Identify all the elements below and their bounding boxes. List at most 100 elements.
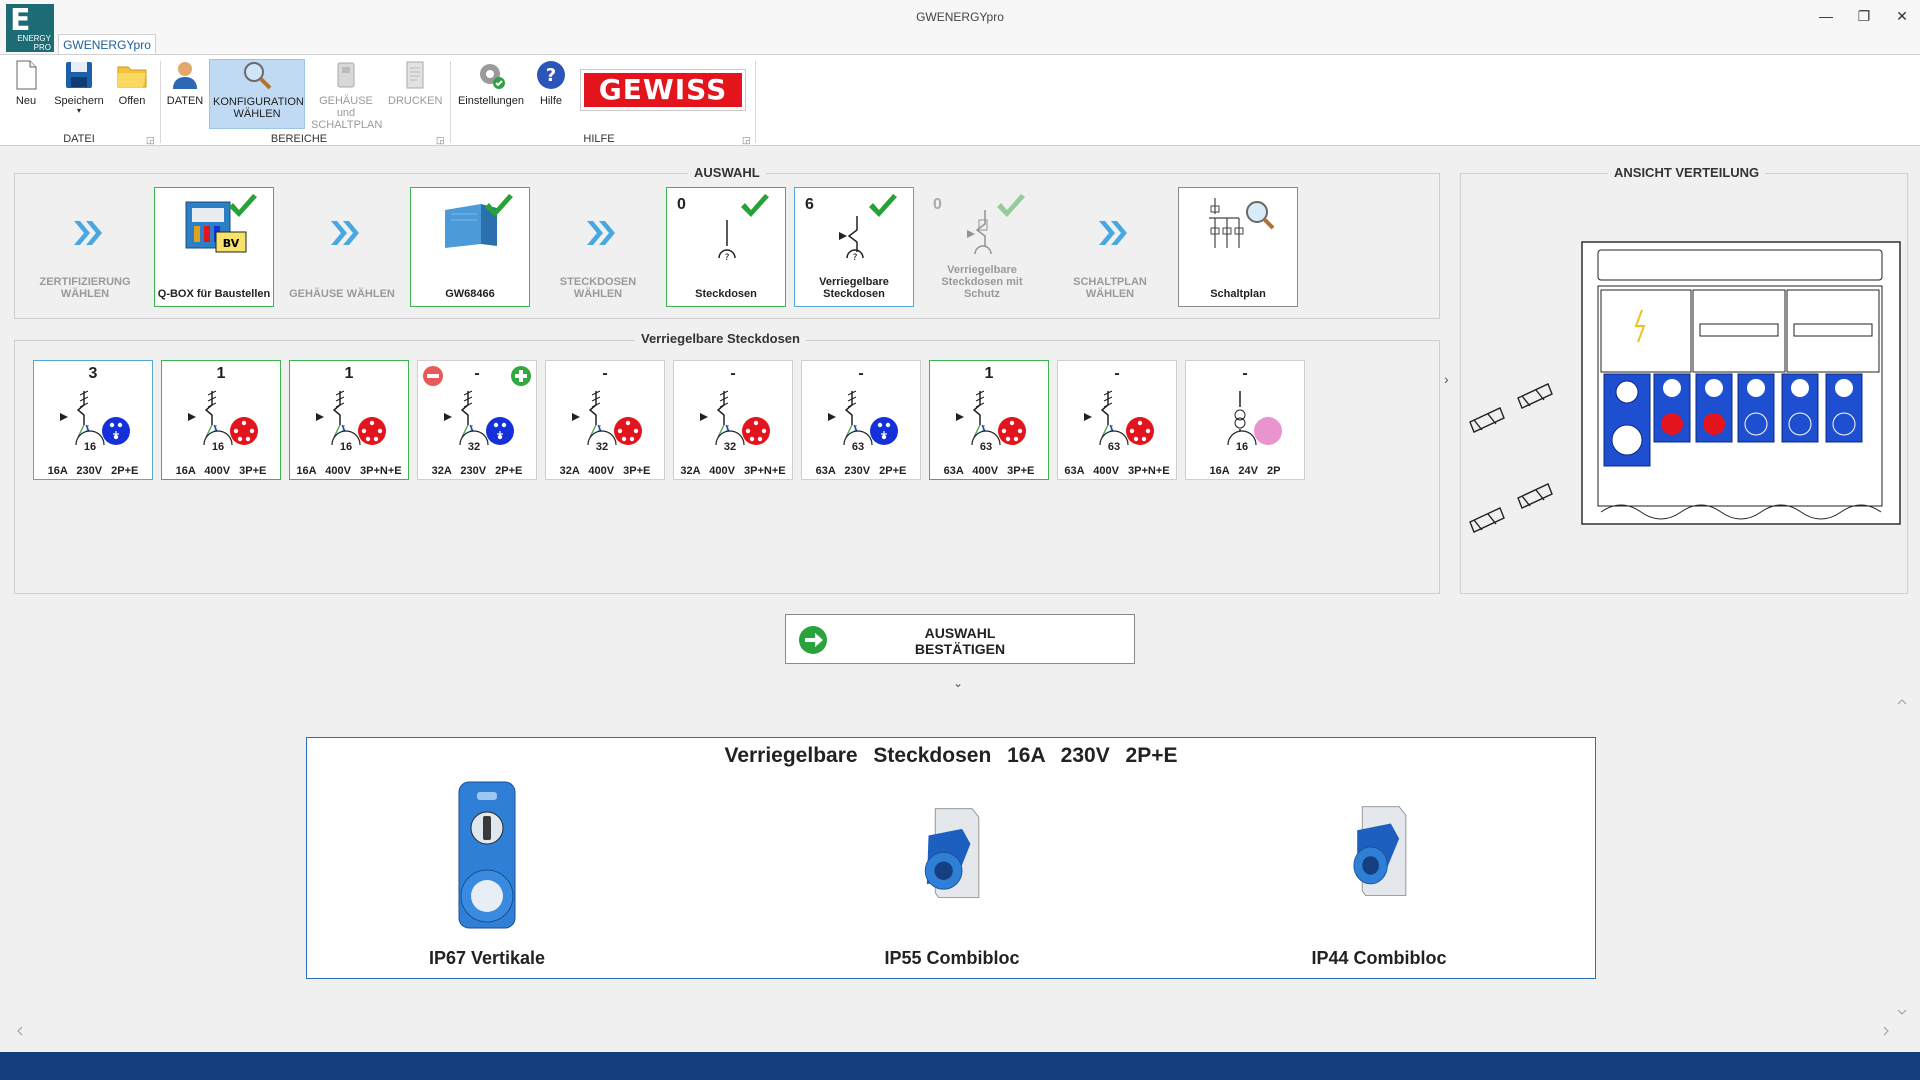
- socket-rating: 16: [83, 441, 97, 453]
- socket-option[interactable]: 1 16 16A 400V 3P+N+E: [289, 360, 409, 480]
- gehaeuse-button[interactable]: GEHÄUSE und SCHALTPLAN: [310, 59, 383, 131]
- plus-circle-icon[interactable]: [510, 365, 532, 387]
- step-schaltplan-waehlen[interactable]: SCHALTPLAN WÄHLEN: [1050, 187, 1170, 307]
- konfiguration-button[interactable]: KONFIGURATION WÄHLEN: [209, 59, 305, 129]
- socket-count: -: [1114, 365, 1120, 382]
- step-steckdosen[interactable]: 0 ? Steckdosen: [666, 187, 786, 307]
- new-button-label: Neu: [15, 95, 37, 107]
- combibloc-socket-image: [924, 808, 980, 899]
- socket-option[interactable]: 1 16 16A 400V 3P+E: [161, 360, 281, 480]
- gehaeuse-button-label: GEHÄUSE und SCHALTPLAN: [311, 95, 383, 131]
- step-gw68466[interactable]: GW68466: [410, 187, 530, 307]
- socket-option[interactable]: 1 63 63A 400V 3P+E: [929, 360, 1049, 480]
- product-detail-panel: Verriegelbare Steckdosen 16A 230V 2P+E I…: [306, 737, 1596, 979]
- product-ip67-vertikale[interactable]: IP67 Vertikale: [337, 778, 637, 973]
- chevron-down-icon[interactable]: ⌄: [953, 676, 963, 690]
- group-launcher-icon[interactable]: ◲: [436, 135, 445, 146]
- new-button[interactable]: Neu: [8, 59, 44, 129]
- vertical-socket-image: [458, 781, 516, 929]
- socket-option[interactable]: - 32 32A 400V 3P+E: [545, 360, 665, 480]
- check-icon: [485, 194, 513, 217]
- socket-rating: 32: [595, 441, 609, 453]
- group-launcher-icon[interactable]: ◲: [146, 135, 155, 146]
- check-icon: [869, 194, 897, 217]
- close-icon[interactable]: ✕: [1894, 8, 1910, 25]
- window-title: GWENERGYpro: [916, 10, 1004, 24]
- help-button[interactable]: ? Hilfe: [532, 59, 570, 129]
- save-icon: [66, 62, 92, 88]
- distribution-preview: [1469, 241, 1901, 533]
- group-label-bereiche: BEREICHE: [270, 133, 328, 145]
- product-detail-title: Verriegelbare Steckdosen 16A 230V 2P+E: [724, 744, 1178, 767]
- step-label: GW68466: [445, 288, 495, 300]
- step-qbox[interactable]: BV Q-BOX für Baustellen: [154, 187, 274, 307]
- gewiss-logo-text: GEWISS: [584, 73, 742, 107]
- group-label-hilfe: HILFE: [583, 133, 615, 145]
- status-bar: [0, 1052, 1920, 1080]
- step-verriegelbare-schutz[interactable]: 0 Verriegelbare Steckdosen mit Schutz: [922, 187, 1042, 307]
- open-button[interactable]: Offen: [112, 59, 152, 129]
- chevron-right-icon[interactable]: ›: [1444, 371, 1449, 387]
- group-separator: [160, 61, 161, 143]
- confirm-selection-button[interactable]: AUSWAHL BESTÄTIGEN: [785, 614, 1135, 664]
- auswahl-title: AUSWAHL: [688, 165, 766, 180]
- settings-button[interactable]: Einstellungen: [456, 59, 526, 129]
- konfiguration-button-label: KONFIGURATION WÄHLEN: [213, 96, 304, 120]
- step-verriegelbare[interactable]: 6 ? Verriegelbare Steckdosen: [794, 187, 914, 307]
- socket-spec: 32A 400V 3P+E: [559, 465, 651, 477]
- step-gehaeuse[interactable]: GEHÄUSE WÄHLEN: [282, 187, 402, 307]
- horizontal-scrollbar[interactable]: [12, 1024, 1894, 1038]
- minimize-icon[interactable]: —: [1818, 8, 1834, 25]
- print-icon: [406, 61, 424, 89]
- step-label: SCHALTPLAN WÄHLEN: [1073, 276, 1147, 300]
- minus-circle-icon[interactable]: [422, 365, 444, 387]
- socket-count: -: [730, 365, 736, 382]
- socket-option[interactable]: - 16 16A 24V 2P: [1185, 360, 1305, 480]
- product-ip55-combibloc[interactable]: IP55 Combibloc: [802, 778, 1102, 973]
- gewiss-logo: GEWISS: [580, 69, 746, 111]
- daten-button[interactable]: DATEN: [166, 59, 204, 129]
- group-launcher-icon[interactable]: ◲: [742, 135, 751, 146]
- app-window: E ENERGY PRO GWENERGYpro GWENERGYpro — ❐…: [0, 0, 1920, 1080]
- socket-spec: 16A 400V 3P+N+E: [296, 465, 402, 477]
- svg-text:?: ?: [725, 253, 730, 263]
- svg-text:?: ?: [853, 253, 858, 263]
- daten-button-label: DATEN: [166, 95, 204, 107]
- double-chevron-icon: [1099, 221, 1127, 245]
- socket-option[interactable]: 3 16 16A 230V 2P+E: [33, 360, 153, 480]
- vertical-scrollbar[interactable]: [1894, 694, 1910, 1020]
- socket-count: 3: [88, 365, 98, 382]
- step-steckdosen-waehlen[interactable]: STECKDOSEN WÄHLEN: [538, 187, 658, 307]
- socket-rating: 63: [1107, 441, 1121, 453]
- socket-count: 1: [216, 365, 226, 382]
- socket-spec: 16A 24V 2P: [1209, 465, 1281, 477]
- gear-icon: [480, 64, 505, 89]
- step-label: Verriegelbare Steckdosen: [819, 276, 889, 300]
- socket-option[interactable]: -32 32A 230V 2P+E: [417, 360, 537, 480]
- socket-rating: 16: [339, 441, 353, 453]
- print-button[interactable]: DRUCKEN: [388, 59, 442, 129]
- double-chevron-icon: [587, 221, 615, 245]
- socket-option[interactable]: - 63 63A 230V 2P+E: [801, 360, 921, 480]
- restore-icon[interactable]: ❐: [1856, 8, 1872, 25]
- step-schaltplan[interactable]: Schaltplan: [1178, 187, 1298, 307]
- socket-spec: 32A 400V 3P+N+E: [680, 465, 786, 477]
- step-zertifizierung[interactable]: ZERTIFIZIERUNG WÄHLEN: [25, 187, 145, 307]
- socket-count: -: [858, 365, 864, 382]
- save-dropdown-icon[interactable]: ▾: [52, 107, 106, 115]
- socket-rating: 32: [723, 441, 737, 453]
- save-button[interactable]: Speichern ▾: [52, 59, 106, 129]
- socket-count: -: [1242, 365, 1248, 382]
- group-separator: [450, 61, 451, 143]
- step-count: 0: [933, 196, 942, 213]
- socket-spec: 63A 400V 3P+E: [943, 465, 1035, 477]
- help-icon: ?: [537, 61, 565, 89]
- step-label: Q-BOX für Baustellen: [157, 288, 271, 300]
- socket-option[interactable]: - 63 63A 400V 3P+N+E: [1057, 360, 1177, 480]
- step-label: GEHÄUSE WÄHLEN: [289, 288, 395, 300]
- socket-option[interactable]: - 32 32A 400V 3P+N+E: [673, 360, 793, 480]
- ribbon-tab-gwenergypro[interactable]: GWENERGYpro: [58, 34, 156, 55]
- sockets-panel-title: Verriegelbare Steckdosen: [635, 331, 806, 346]
- step-label: Verriegelbare Steckdosen mit Schutz: [941, 264, 1023, 300]
- product-ip44-combibloc[interactable]: IP44 Combibloc: [1229, 778, 1529, 973]
